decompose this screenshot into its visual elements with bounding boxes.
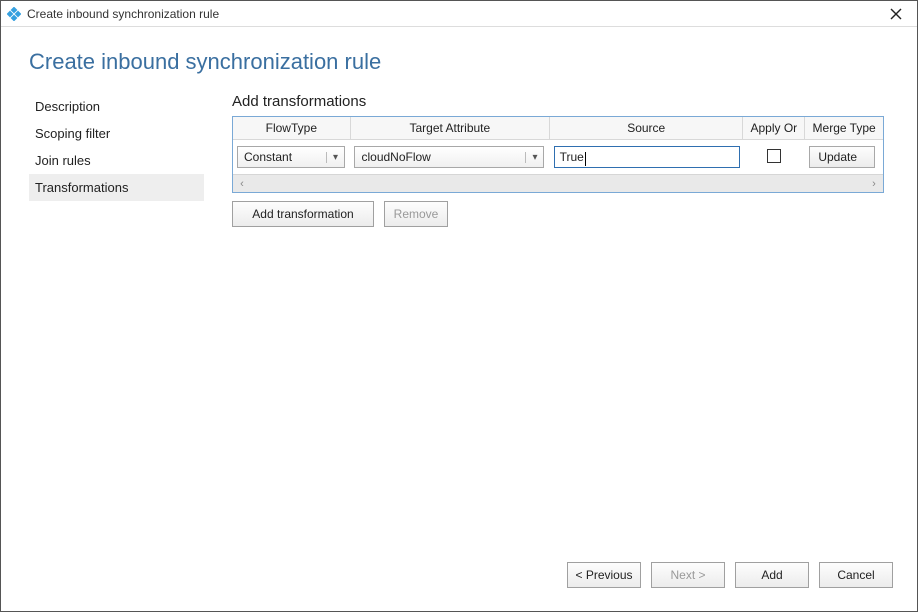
wizard-footer: < Previous Next > Add Cancel: [567, 562, 893, 588]
merge-type-value: Update: [818, 150, 857, 164]
titlebar: Create inbound synchronization rule: [1, 1, 917, 27]
source-input[interactable]: True: [554, 146, 740, 168]
horizontal-scrollbar[interactable]: ‹ ›: [233, 174, 883, 192]
main-panel: Add transformations FlowType Target Attr…: [232, 93, 889, 227]
window-title: Create inbound synchronization rule: [27, 7, 881, 21]
dialog-window: Create inbound synchronization rule Crea…: [0, 0, 918, 612]
col-header-merge-type: Merge Type: [805, 117, 883, 139]
flowtype-value: Constant: [238, 150, 326, 164]
add-button[interactable]: Add: [735, 562, 809, 588]
col-header-apply-once: Apply Or: [743, 117, 805, 139]
app-logo-icon: [7, 7, 21, 21]
wizard-nav: Description Scoping filter Join rules Tr…: [29, 93, 204, 227]
close-icon: [890, 8, 902, 20]
col-header-source: Source: [550, 117, 743, 139]
transformation-row: Constant ▾ cloudNoFlow ▾: [233, 140, 883, 174]
grid-action-row: Add transformation Remove: [232, 201, 889, 227]
close-button[interactable]: [881, 3, 911, 25]
next-button[interactable]: Next >: [651, 562, 725, 588]
remove-button[interactable]: Remove: [384, 201, 448, 227]
section-title: Add transformations: [232, 93, 889, 110]
nav-item-transformations[interactable]: Transformations: [29, 174, 204, 201]
source-value: True: [560, 150, 584, 164]
add-transformation-button[interactable]: Add transformation: [232, 201, 374, 227]
apply-once-checkbox[interactable]: [767, 149, 781, 163]
page-heading: Create inbound synchronization rule: [29, 49, 889, 75]
content-area: Create inbound synchronization rule Desc…: [1, 27, 917, 610]
nav-item-scoping-filter[interactable]: Scoping filter: [29, 120, 204, 147]
nav-item-join-rules[interactable]: Join rules: [29, 147, 204, 174]
scroll-left-icon[interactable]: ‹: [233, 175, 251, 193]
col-header-target-attribute: Target Attribute: [351, 117, 550, 139]
text-caret: [585, 152, 586, 166]
previous-button[interactable]: < Previous: [567, 562, 641, 588]
cancel-button[interactable]: Cancel: [819, 562, 893, 588]
transformations-grid: FlowType Target Attribute Source Apply O…: [232, 116, 884, 193]
scroll-right-icon[interactable]: ›: [865, 175, 883, 193]
target-attribute-value: cloudNoFlow: [355, 150, 525, 164]
col-header-flowtype: FlowType: [233, 117, 351, 139]
nav-item-description[interactable]: Description: [29, 93, 204, 120]
flowtype-dropdown[interactable]: Constant ▾: [237, 146, 345, 168]
target-attribute-dropdown[interactable]: cloudNoFlow ▾: [354, 146, 544, 168]
grid-header-row: FlowType Target Attribute Source Apply O…: [233, 117, 883, 140]
chevron-down-icon: ▾: [525, 152, 543, 163]
chevron-down-icon: ▾: [326, 152, 344, 163]
merge-type-button[interactable]: Update: [809, 146, 875, 168]
body: Description Scoping filter Join rules Tr…: [29, 93, 889, 227]
